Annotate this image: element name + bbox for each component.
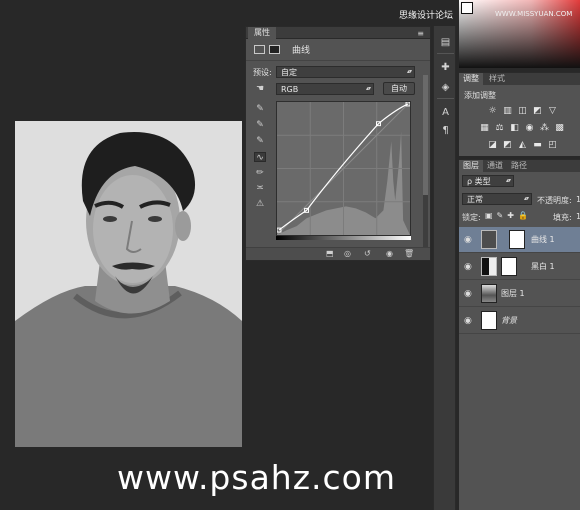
layer-filter-dropdown[interactable]: ρ 类型 [462, 175, 514, 187]
add-adjustment-label: 添加调整 [464, 91, 496, 100]
vibrance-icon[interactable]: ▽ [547, 106, 558, 116]
smooth-icon[interactable]: ≍ [254, 183, 266, 193]
layer-row-background[interactable]: ◉ 背景 [459, 308, 580, 334]
fill-value[interactable]: 1 [576, 212, 580, 221]
layer-name[interactable]: 曲线 1 [531, 234, 555, 245]
eye-icon[interactable]: ◉ [464, 262, 472, 272]
hue-saturation-icon[interactable]: ▦ [479, 123, 490, 133]
properties-scrollbar[interactable] [423, 75, 428, 257]
color-balance-icon[interactable]: ⚖ [494, 123, 505, 133]
black-white-icon[interactable]: ◧ [509, 123, 520, 133]
layer-name[interactable]: 图层 1 [501, 288, 525, 299]
hand-adjust-icon[interactable]: ☚ [254, 84, 266, 94]
layer-row-curves[interactable]: ◉ 曲线 1 [459, 227, 580, 253]
opacity-value[interactable]: 1 [576, 195, 580, 204]
color-lookup-icon[interactable]: ▩ [554, 123, 565, 133]
tab-styles[interactable]: 样式 [485, 73, 509, 85]
site-watermark-url: WWW.MISSYUAN.COM [495, 10, 573, 18]
layer-row-black-white[interactable]: ◉ 黑白 1 [459, 254, 580, 280]
tab-layers[interactable]: 图层 [459, 160, 483, 172]
preset-dropdown[interactable]: 自定 [276, 66, 415, 78]
levels-icon[interactable]: ▥ [502, 106, 513, 116]
posterize-icon[interactable]: ◩ [502, 140, 513, 150]
tab-paths[interactable]: 路径 [507, 160, 531, 172]
layer-name[interactable]: 黑白 1 [531, 261, 555, 272]
selective-color-icon[interactable]: ◰ [547, 140, 558, 150]
gray-point-eyedropper-icon[interactable]: ✎ [254, 120, 266, 130]
auto-button[interactable]: 自动 [383, 82, 415, 95]
site-watermark: www.psahz.com [117, 458, 396, 497]
curves-adjustment-icon [254, 45, 265, 54]
document-canvas-photo[interactable] [15, 121, 242, 447]
trash-icon[interactable]: 🗑 [404, 249, 414, 258]
white-point-eyedropper-icon[interactable]: ✎ [254, 136, 266, 146]
layer-mask-thumbnail[interactable] [501, 257, 517, 276]
properties-tab[interactable]: 属性 [248, 27, 276, 39]
eye-icon[interactable]: ◉ [464, 235, 472, 245]
paragraph-panel-icon[interactable]: ¶ [438, 124, 453, 137]
curves-layer-thumbnail [481, 230, 497, 249]
brush-panel-icon[interactable]: ✚ [438, 61, 453, 74]
portrait-image [15, 121, 242, 447]
curves-graph[interactable] [276, 101, 411, 236]
panel-icon-strip: ▤ ✚ ◈ A ¶ [433, 26, 456, 510]
color-picker[interactable]: 思缘设计论坛 WWW.MISSYUAN.COM [399, 0, 580, 68]
layers-panel: 图层 通道 路径 ρ 类型 正常 不透明度: 1 锁定: ▣✎✚🔒 填充: 1 … [459, 159, 580, 510]
background-layer-thumbnail [481, 311, 497, 330]
layer-mask-icon[interactable] [269, 45, 280, 54]
site-watermark-cn: 思缘设计论坛 [399, 11, 454, 21]
clipping-warning-icon[interactable]: ⚠ [254, 199, 266, 209]
photo-layer-thumbnail [481, 284, 497, 303]
black-white-layer-thumbnail [481, 257, 497, 276]
reset-icon[interactable]: ↺ [364, 249, 371, 258]
invert-icon[interactable]: ◪ [487, 140, 498, 150]
lock-label: 锁定: [462, 213, 481, 222]
threshold-icon[interactable]: ◭ [517, 140, 528, 150]
eye-icon[interactable]: ◉ [464, 289, 472, 299]
curves-icon[interactable]: ◫ [517, 106, 528, 116]
eye-icon[interactable]: ◉ [464, 316, 472, 326]
black-point-eyedropper-icon[interactable]: ✎ [254, 104, 266, 114]
pencil-tool-icon[interactable]: ✏ [254, 168, 266, 178]
tab-adjustments[interactable]: 调整 [459, 73, 483, 85]
history-panel-icon[interactable]: ▤ [438, 36, 453, 49]
gradient-map-icon[interactable]: ▬ [532, 140, 543, 150]
opacity-label: 不透明度: [537, 196, 572, 205]
adjustment-title: 曲线 [292, 46, 311, 56]
foreground-color-swatch[interactable] [461, 2, 473, 14]
adjustments-panel-icon[interactable]: ◈ [438, 81, 453, 94]
layer-mask-thumbnail[interactable] [509, 230, 525, 249]
adjustments-panel: 调整 样式 添加调整 ☼ ▥ ◫ ◩ ▽ ▦ ⚖ ◧ ◉ ⁂ ▩ ◪ ◩ ◭ ▬… [459, 72, 580, 156]
visibility-icon[interactable]: ◉ [386, 249, 393, 258]
layer-name[interactable]: 背景 [501, 315, 517, 326]
curve-tool-icon[interactable]: ∿ [254, 152, 266, 163]
fill-label: 填充: [553, 213, 572, 222]
channel-mixer-icon[interactable]: ⁂ [539, 123, 550, 133]
lock-options-icon[interactable]: ▣✎✚🔒 [485, 211, 532, 220]
input-gradient-bar [276, 236, 411, 240]
character-panel-icon[interactable]: A [438, 106, 453, 119]
brightness-icon[interactable]: ☼ [487, 106, 498, 116]
photo-filter-icon[interactable]: ◉ [524, 123, 535, 133]
panel-menu-icon[interactable]: ≡ [417, 29, 424, 38]
clip-to-layer-icon[interactable]: ⬒ [326, 249, 334, 258]
properties-footer: ⬒ ◎ ↺ ◉ 🗑 [246, 247, 430, 260]
channel-dropdown[interactable]: RGB [276, 83, 374, 95]
view-previous-icon[interactable]: ◎ [344, 249, 351, 258]
tab-channels[interactable]: 通道 [483, 160, 507, 172]
preset-label: 预设: [253, 68, 272, 77]
layer-row-photo[interactable]: ◉ 图层 1 [459, 281, 580, 307]
exposure-icon[interactable]: ◩ [532, 106, 543, 116]
blend-mode-dropdown[interactable]: 正常 [462, 193, 532, 205]
